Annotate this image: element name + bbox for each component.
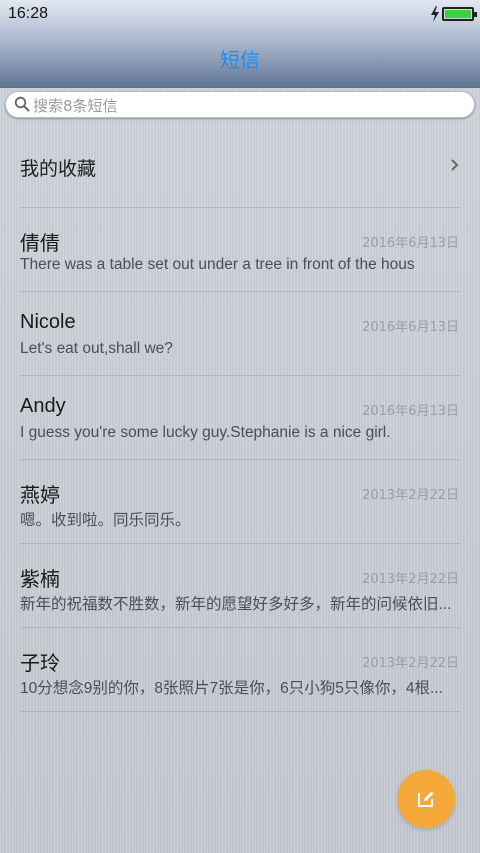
message-date: 2013年2月22日: [362, 656, 459, 671]
search-input[interactable]: 搜索8条短信: [5, 91, 475, 118]
message-preview: I guess you're some lucky guy.Stephanie …: [20, 424, 391, 441]
message-sender: 子玲: [20, 653, 60, 675]
message-preview: 10分想念9别的你，8张照片7张是你，6只小狗5只像你，4根...: [20, 680, 443, 697]
search-icon: [14, 96, 30, 112]
message-preview: 嗯。收到啦。同乐同乐。: [20, 512, 191, 529]
message-preview: Let's eat out,shall we?: [20, 340, 173, 357]
message-item[interactable]: Andy 2016年6月13日 I guess you're some luck…: [0, 376, 480, 460]
message-date: 2016年6月13日: [362, 320, 459, 335]
message-date: 2013年2月22日: [362, 572, 459, 587]
messages-screen: 16:28 短信 搜索8条短信 我的收藏 倩倩 2016年6月13日 There…: [0, 0, 480, 853]
message-preview: 新年的祝福数不胜数，新年的愿望好多好多，新年的问候依旧...: [20, 596, 452, 613]
message-item[interactable]: 燕婷 2013年2月22日 嗯。收到啦。同乐同乐。: [0, 460, 480, 544]
divider: [20, 711, 460, 712]
message-date: 2013年2月22日: [362, 488, 459, 503]
message-sender: Nicole: [20, 311, 76, 333]
favorites-row[interactable]: 我的收藏: [0, 124, 480, 208]
header: 16:28 短信: [0, 0, 480, 88]
battery-icon: [442, 7, 477, 21]
message-item[interactable]: 紫楠 2013年2月22日 新年的祝福数不胜数，新年的愿望好多好多，新年的问候依…: [0, 544, 480, 628]
status-bar: 16:28: [0, 0, 480, 28]
message-sender: 紫楠: [20, 569, 60, 591]
chevron-right-icon: [451, 159, 459, 171]
message-sender: Andy: [20, 395, 66, 417]
favorites-label: 我的收藏: [20, 158, 97, 180]
message-date: 2016年6月13日: [362, 404, 459, 419]
compose-button[interactable]: [397, 770, 455, 828]
page-title: 短信: [220, 48, 260, 72]
message-item[interactable]: 倩倩 2016年6月13日 There was a table set out …: [0, 208, 480, 292]
search-placeholder: 搜索8条短信: [33, 97, 118, 115]
status-time: 16:28: [8, 5, 49, 22]
message-item[interactable]: Nicole 2016年6月13日 Let's eat out,shall we…: [0, 292, 480, 376]
bolt-icon: [431, 6, 439, 22]
compose-icon: [418, 791, 434, 807]
message-preview: There was a table set out under a tree i…: [20, 256, 415, 273]
message-date: 2016年6月13日: [362, 236, 459, 251]
message-item[interactable]: 子玲 2013年2月22日 10分想念9别的你，8张照片7张是你，6只小狗5只像…: [0, 628, 480, 712]
message-sender: 倩倩: [20, 233, 60, 255]
message-sender: 燕婷: [20, 485, 60, 507]
